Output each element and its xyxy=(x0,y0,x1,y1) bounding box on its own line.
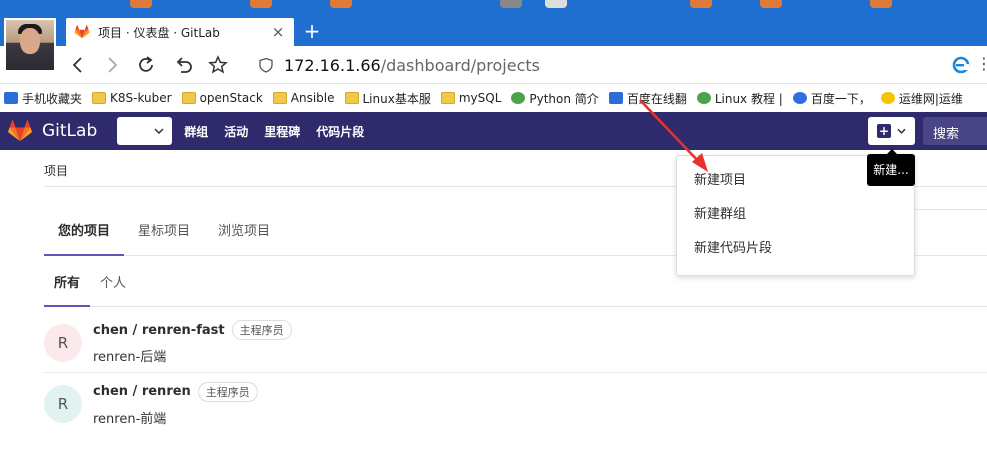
browser-navbar: 172.16.1.66/dashboard/projects ⋮ xyxy=(0,46,987,84)
project-name[interactable]: chen / renren-fast xyxy=(93,323,225,338)
gitlab-header: GitLab 群组 活动 里程碑 代码片段 + 搜索 xyxy=(0,112,987,150)
new-tab-button[interactable]: + xyxy=(302,18,322,44)
taskbar-icon xyxy=(500,0,522,8)
folder-icon xyxy=(440,92,455,104)
folder-icon xyxy=(272,92,287,104)
tab-starred-projects[interactable]: 星标项目 xyxy=(124,210,204,255)
new-dropdown-button[interactable]: + xyxy=(868,117,915,145)
browser-menu-icon[interactable]: ⋮ xyxy=(976,54,987,73)
folder-icon xyxy=(181,92,196,104)
bookmark-item[interactable]: openStack xyxy=(181,91,263,105)
search-input[interactable]: 搜索 xyxy=(923,117,987,145)
new-tooltip: 新建... xyxy=(867,149,915,186)
nav-snippets[interactable]: 代码片段 xyxy=(316,123,364,140)
reload-button[interactable] xyxy=(134,53,158,77)
bookmark-item[interactable]: Python 简介 xyxy=(511,90,599,107)
bookmarks-bar: 手机收藏夹 K8S-kuber openStack Ansible Linux基… xyxy=(0,84,987,112)
baidu-icon xyxy=(792,92,807,104)
back-arrow-icon xyxy=(72,57,82,73)
taskbar-strip xyxy=(0,0,987,10)
bookmark-item[interactable]: 百度一下， xyxy=(792,90,871,107)
menu-item-new-snippet[interactable]: 新建代码片段 xyxy=(677,232,914,266)
site-icon xyxy=(696,92,711,104)
project-name[interactable]: chen / renren xyxy=(93,384,191,399)
nav-groups[interactable]: 群组 xyxy=(184,123,208,140)
bookmark-item[interactable]: 运维网|运维 xyxy=(880,90,963,107)
bookmark-item[interactable]: Linux基本服 xyxy=(344,90,431,107)
bookmark-star-button[interactable] xyxy=(206,53,230,77)
back-button[interactable] xyxy=(66,53,90,77)
chevron-down-icon xyxy=(154,128,164,134)
bookmark-item[interactable]: mySQL xyxy=(440,91,501,105)
chevron-down-icon xyxy=(897,128,906,134)
role-badge: 主程序员 xyxy=(197,381,258,402)
project-row[interactable]: R chen / renren 主程序员 renren-前端 xyxy=(44,374,987,434)
project-avatar: R xyxy=(44,385,82,423)
reload-icon xyxy=(139,56,153,72)
tab-your-projects[interactable]: 您的项目 xyxy=(44,210,125,256)
tab-personal[interactable]: 个人 xyxy=(90,262,136,306)
site-icon xyxy=(511,92,526,104)
tab-close-icon[interactable]: × xyxy=(270,23,286,41)
project-row[interactable]: R chen / renren-fast 主程序员 renren-后端 xyxy=(44,313,987,373)
user-profile-avatar[interactable] xyxy=(4,18,56,72)
tab-explore-projects[interactable]: 浏览项目 xyxy=(204,210,284,255)
forward-button[interactable] xyxy=(100,53,124,77)
taskbar-icon xyxy=(760,0,782,8)
project-description: renren-后端 xyxy=(93,350,167,365)
bookmark-item[interactable]: 手机收藏夹 xyxy=(4,90,82,107)
gitlab-favicon-icon xyxy=(74,25,90,39)
folder-icon xyxy=(92,92,107,104)
plus-square-icon: + xyxy=(877,124,891,138)
taskbar-icon xyxy=(870,0,892,8)
tab-title: 项目 · 仪表盘 · GitLab xyxy=(98,25,220,40)
address-bar[interactable]: 172.16.1.66/dashboard/projects xyxy=(246,51,946,79)
project-avatar: R xyxy=(44,323,82,362)
folder-icon xyxy=(344,92,359,104)
nav-milestones[interactable]: 里程碑 xyxy=(264,123,300,140)
taskbar-icon xyxy=(330,0,352,8)
url-path: /dashboard/projects xyxy=(380,55,540,75)
gitlab-brand: GitLab xyxy=(42,121,98,141)
taskbar-icon xyxy=(130,0,152,8)
site-icon xyxy=(880,92,895,104)
taskbar-icon xyxy=(250,0,272,8)
mobile-bookmark-icon xyxy=(4,92,18,104)
undo-close-button[interactable] xyxy=(172,53,196,77)
tab-all[interactable]: 所有 xyxy=(44,262,91,307)
bookmark-item[interactable]: Ansible xyxy=(272,91,335,105)
security-info-icon[interactable] xyxy=(258,57,274,73)
project-description: renren-前端 xyxy=(93,411,167,427)
translate-icon xyxy=(608,92,623,104)
gitlab-logo-icon xyxy=(8,120,32,141)
url-host: 172.16.1.66 xyxy=(284,55,381,75)
forward-arrow-icon xyxy=(108,57,118,73)
gitlab-home-link[interactable]: GitLab xyxy=(8,120,97,142)
bookmark-item[interactable]: 百度在线翻 xyxy=(608,90,687,107)
role-badge: 主程序员 xyxy=(231,320,292,340)
nav-activity[interactable]: 活动 xyxy=(224,123,248,140)
breadcrumb[interactable]: 项目 xyxy=(44,162,68,179)
star-icon xyxy=(208,55,228,74)
bookmark-item[interactable]: Linux 教程 | xyxy=(696,90,783,107)
taskbar-icon xyxy=(690,0,712,8)
browser-tab-gitlab[interactable]: 项目 · 仪表盘 · GitLab × xyxy=(66,18,294,46)
taskbar-icon xyxy=(545,0,567,8)
bookmark-item[interactable]: K8S-kuber xyxy=(92,91,172,105)
undo-icon xyxy=(176,57,192,73)
projects-dropdown[interactable] xyxy=(117,117,173,145)
menu-item-new-group[interactable]: 新建群组 xyxy=(677,198,914,232)
gitlab-nav: 群组 活动 里程碑 代码片段 xyxy=(184,123,380,140)
ie-compat-icon[interactable] xyxy=(952,56,970,74)
